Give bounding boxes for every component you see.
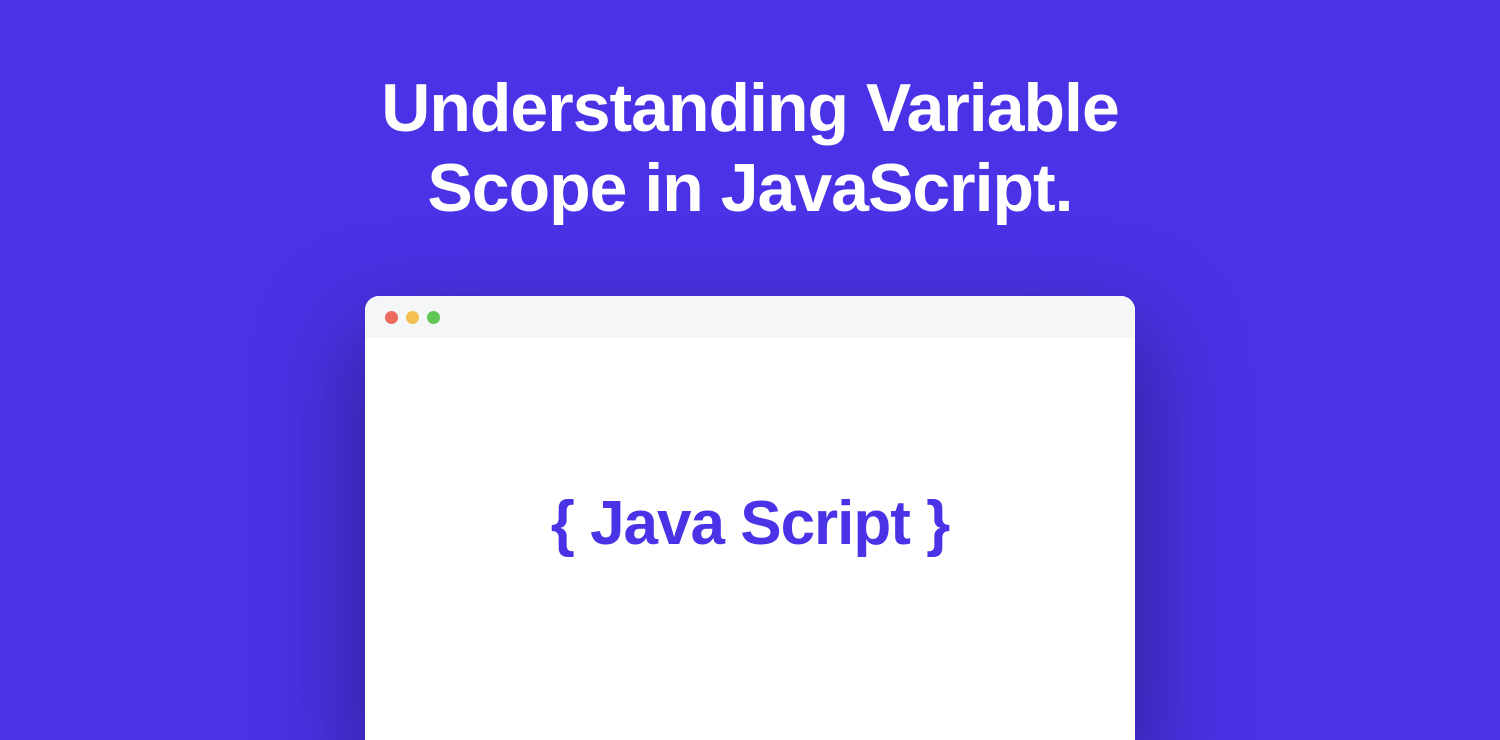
minimize-icon[interactable] <box>406 311 419 324</box>
page-title: Understanding Variable Scope in JavaScri… <box>290 0 1210 228</box>
expand-icon[interactable] <box>427 311 440 324</box>
hero-label: Java Script <box>590 489 910 558</box>
hero-text: { Java Script } <box>551 488 950 559</box>
close-icon[interactable] <box>385 311 398 324</box>
browser-window: { Java Script } <box>365 296 1135 740</box>
brace-open-icon: { <box>551 489 574 558</box>
window-body: { Java Script } <box>365 338 1135 740</box>
brace-close-icon: } <box>926 489 949 558</box>
window-titlebar <box>365 296 1135 338</box>
